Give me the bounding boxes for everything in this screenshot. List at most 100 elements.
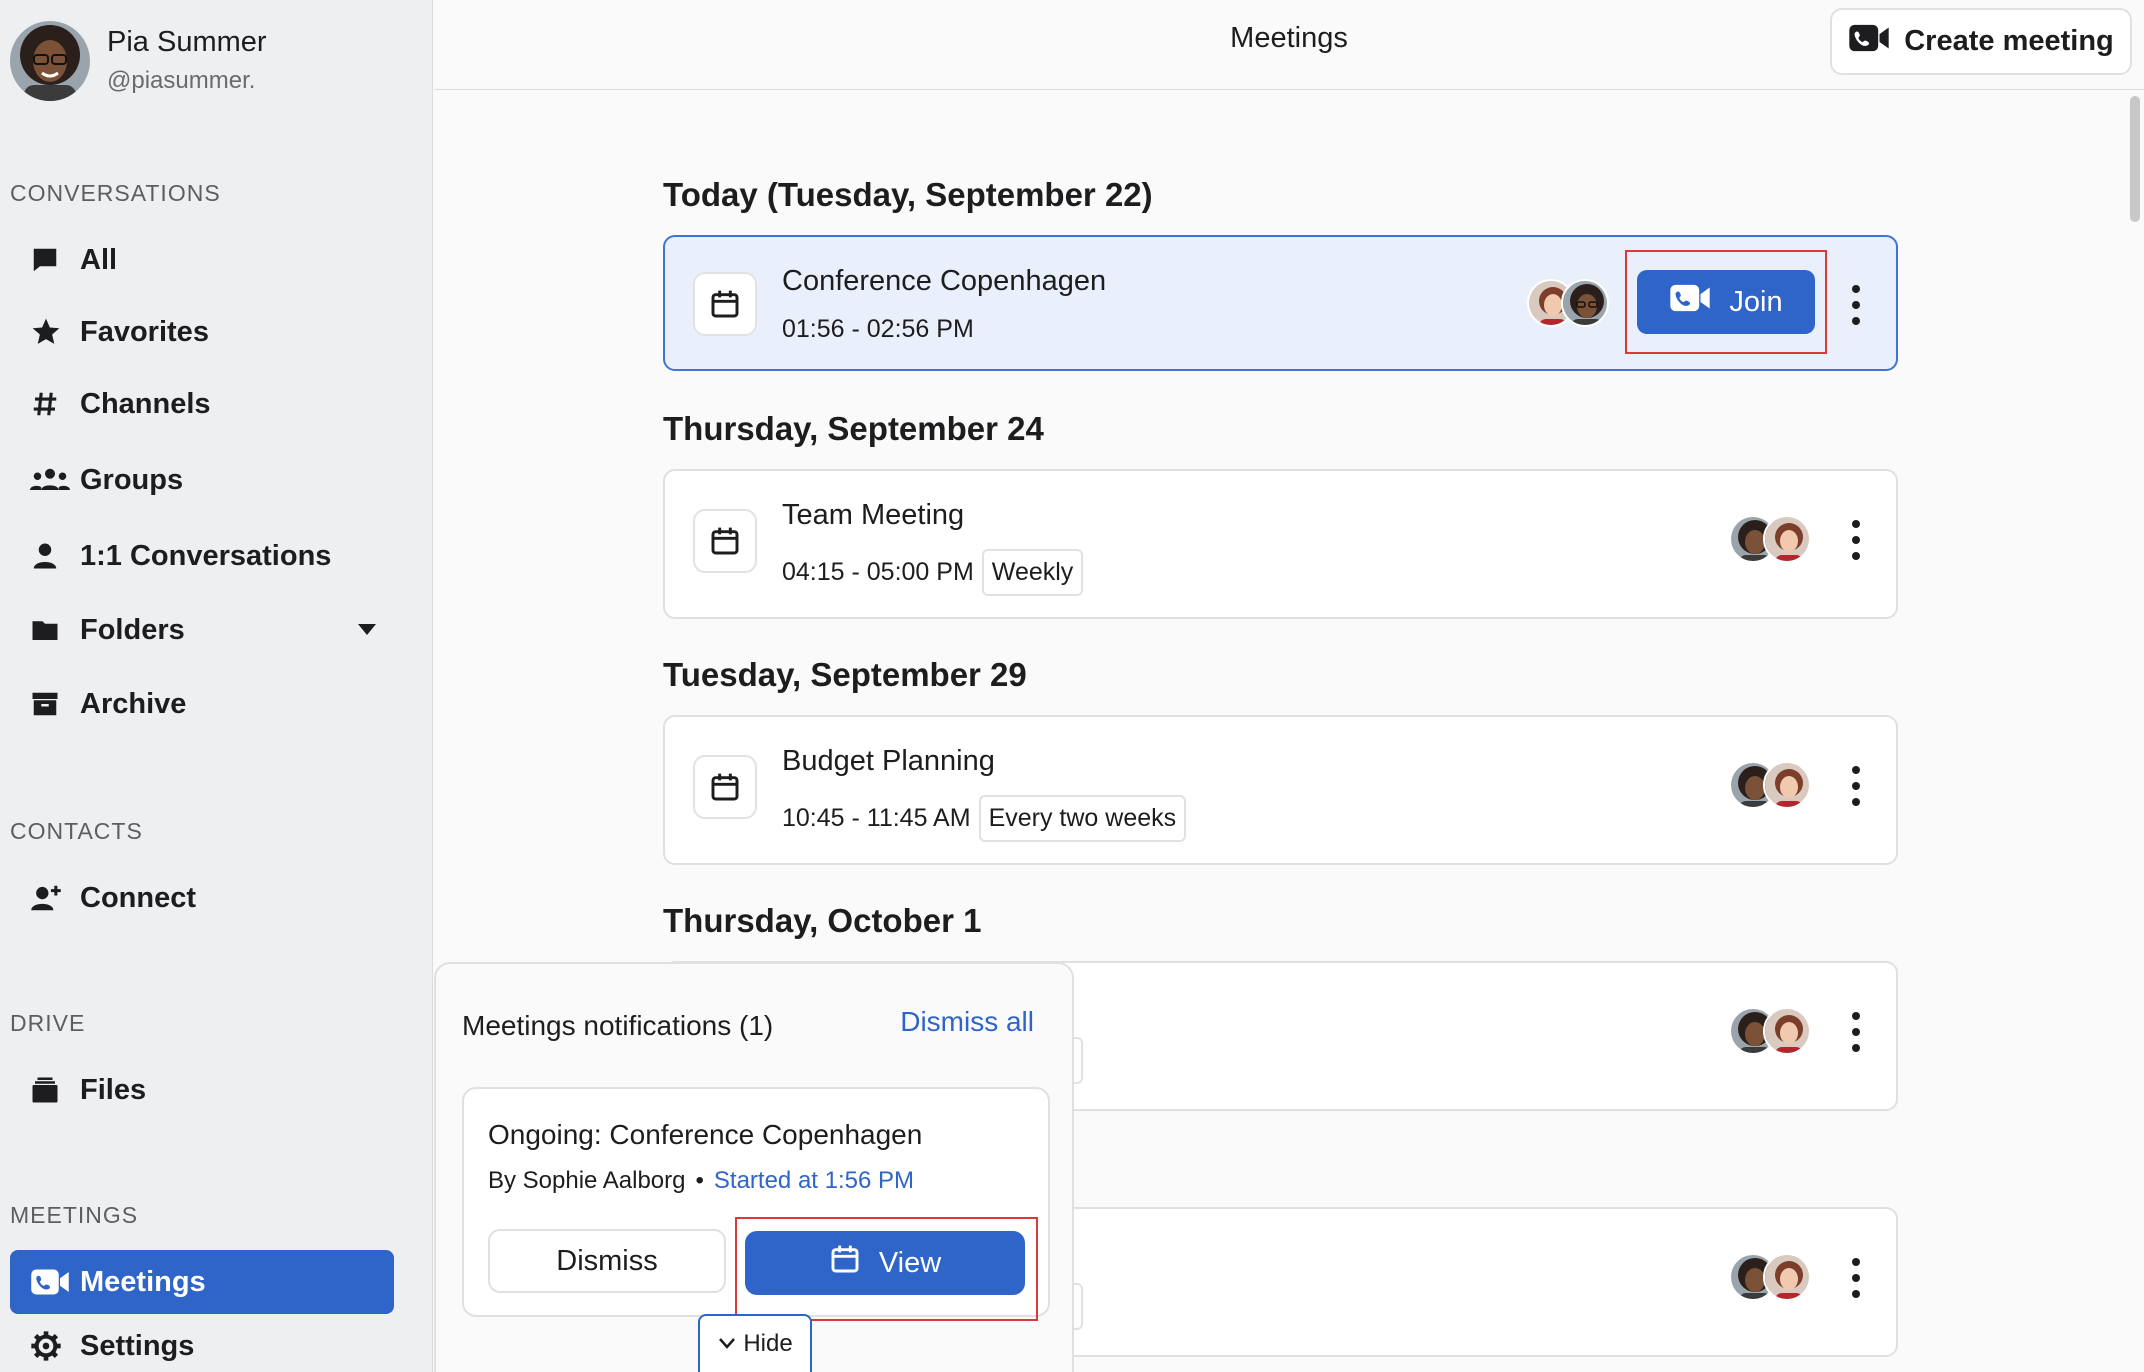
video-call-icon — [1669, 282, 1711, 322]
sidebar-item-1-1-conversations[interactable]: 1:1 Conversations — [10, 524, 394, 588]
calendar-icon — [693, 272, 757, 336]
meeting-time: 01:56 - 02:56 PM — [782, 315, 974, 344]
notification-card: Ongoing: Conference Copenhagen By Sophie… — [462, 1087, 1050, 1321]
join-button[interactable]: Join — [1637, 270, 1815, 334]
more-options-icon[interactable] — [1851, 766, 1861, 806]
sidebar-item-label: Settings — [80, 1329, 195, 1362]
participant-avatars[interactable] — [1729, 1007, 1811, 1055]
star-icon — [10, 316, 80, 348]
sidebar-item-label: All — [80, 243, 118, 276]
sidebar-item-settings[interactable]: Settings — [10, 1314, 394, 1372]
meeting-time: 10:45 - 11:45 AM Every two weeks — [782, 795, 1187, 842]
sidebar-item-connect[interactable]: Connect — [10, 866, 394, 930]
notification-started-time: Started at 1:56 PM — [713, 1167, 914, 1194]
sidebar-item-meetings[interactable]: Meetings — [10, 1250, 394, 1314]
meeting-time-text: 01:56 - 02:56 PM — [782, 315, 974, 343]
video-call-icon — [1848, 22, 1890, 62]
participant-avatars[interactable] — [1729, 761, 1811, 809]
profile[interactable]: Pia Summer @piasummer. — [10, 20, 267, 102]
notification-meta: By Sophie Aalborg • Started at 1:56 PM — [488, 1167, 914, 1195]
add-person-icon — [10, 883, 80, 913]
date-heading: Thursday, September 24 — [663, 410, 1044, 447]
calendar-icon — [693, 755, 757, 819]
sidebar-item-favorites[interactable]: Favorites — [10, 300, 394, 364]
meetings-notifications-panel: Meetings notifications (1) Dismiss all O… — [434, 962, 1074, 1372]
recurrence-badge: Weekly — [981, 549, 1084, 596]
hide-label: Hide — [743, 1330, 793, 1357]
participant-avatars[interactable] — [1729, 1253, 1811, 1301]
dismiss-button[interactable]: Dismiss — [488, 1229, 726, 1293]
meeting-time: 04:15 - 05:00 PM Weekly — [782, 549, 1084, 596]
meeting-time-text: 10:45 - 11:45 AM — [782, 804, 971, 832]
sidebar-item-label: Favorites — [80, 315, 209, 348]
more-options-icon[interactable] — [1851, 285, 1861, 325]
hash-icon — [10, 389, 80, 419]
meeting-title: Team Meeting — [782, 499, 965, 531]
sidebar-item-label: Groups — [80, 463, 184, 496]
view-label: View — [878, 1246, 942, 1279]
notification-organizer: By Sophie Aalborg — [488, 1167, 686, 1194]
user-avatar[interactable] — [10, 21, 90, 101]
meeting-time-text: 04:15 - 05:00 PM — [782, 558, 974, 586]
create-meeting-label: Create meeting — [1904, 25, 2114, 57]
participant-avatars[interactable] — [1729, 515, 1811, 563]
chat-bubble-icon — [10, 245, 80, 275]
top-header: Meetings Create meeting — [434, 0, 2144, 90]
meeting-title: Budget Planning — [782, 745, 995, 777]
date-heading: Tuesday, September 29 — [663, 656, 1027, 693]
sidebar: Pia Summer @piasummer. CONVERSATIONS All… — [0, 0, 433, 1372]
view-button[interactable]: View — [745, 1231, 1025, 1295]
profile-name: Pia Summer — [107, 26, 267, 58]
sidebar-item-archive[interactable]: Archive — [10, 672, 394, 736]
avatar — [1561, 279, 1609, 327]
meta-separator: • — [695, 1167, 704, 1194]
hide-notifications-button[interactable]: Hide — [698, 1314, 812, 1372]
dismiss-all-link[interactable]: Dismiss all — [900, 1006, 1034, 1038]
sidebar-item-channels[interactable]: Channels — [10, 372, 394, 436]
chevron-down-icon[interactable] — [358, 624, 376, 635]
profile-handle: @piasummer. — [107, 67, 256, 94]
section-title-contacts: CONTACTS — [10, 818, 143, 844]
section-title-conversations: CONVERSATIONS — [10, 180, 221, 206]
sidebar-item-files[interactable]: Files — [10, 1058, 394, 1122]
calendar-icon — [829, 1243, 861, 1283]
group-icon — [10, 465, 80, 495]
meeting-card-conference-copenhagen[interactable]: Conference Copenhagen 01:56 - 02:56 PM J… — [663, 235, 1898, 371]
create-meeting-button[interactable]: Create meeting — [1830, 8, 2132, 75]
person-icon — [10, 540, 80, 572]
notifications-title: Meetings notifications (1) — [462, 1010, 774, 1041]
notification-title: Ongoing: Conference Copenhagen — [488, 1119, 923, 1150]
gear-icon — [10, 1330, 80, 1362]
more-options-icon[interactable] — [1851, 520, 1861, 560]
sidebar-item-label: 1:1 Conversations — [80, 539, 332, 572]
sidebar-item-label: Connect — [80, 881, 196, 914]
section-title-drive: DRIVE — [10, 1010, 86, 1036]
more-options-icon[interactable] — [1851, 1258, 1861, 1298]
participant-avatars[interactable] — [1527, 279, 1609, 327]
more-options-icon[interactable] — [1851, 1012, 1861, 1052]
join-label: Join — [1729, 285, 1783, 318]
calendar-icon — [693, 509, 757, 573]
sidebar-item-folders[interactable]: Folders — [10, 598, 394, 662]
scrollbar[interactable] — [2130, 96, 2140, 222]
video-call-icon — [10, 1267, 80, 1297]
meeting-card-team-meeting[interactable]: Team Meeting 04:15 - 05:00 PM Weekly — [663, 469, 1898, 619]
archive-icon — [10, 689, 80, 719]
meeting-title: Conference Copenhagen — [782, 265, 1107, 297]
sidebar-item-label: Folders — [80, 613, 185, 646]
avatar — [1763, 1253, 1811, 1301]
sidebar-item-groups[interactable]: Groups — [10, 448, 394, 512]
files-icon — [10, 1075, 80, 1105]
sidebar-item-all[interactable]: All — [10, 228, 394, 292]
join-highlight-box: Join — [1625, 250, 1827, 354]
sidebar-item-label: Channels — [80, 387, 211, 420]
section-title-meetings: MEETINGS — [10, 1202, 139, 1228]
date-heading: Today (Tuesday, September 22) — [663, 176, 1153, 213]
recurrence-badge: Every two weeks — [978, 795, 1187, 842]
sidebar-item-label: Archive — [80, 687, 187, 720]
chevron-down-icon — [717, 1330, 737, 1358]
sidebar-item-label: Files — [80, 1073, 147, 1106]
meeting-card-budget-planning[interactable]: Budget Planning 10:45 - 11:45 AM Every t… — [663, 715, 1898, 865]
date-heading: Thursday, October 1 — [663, 902, 982, 939]
folder-icon — [10, 615, 80, 645]
